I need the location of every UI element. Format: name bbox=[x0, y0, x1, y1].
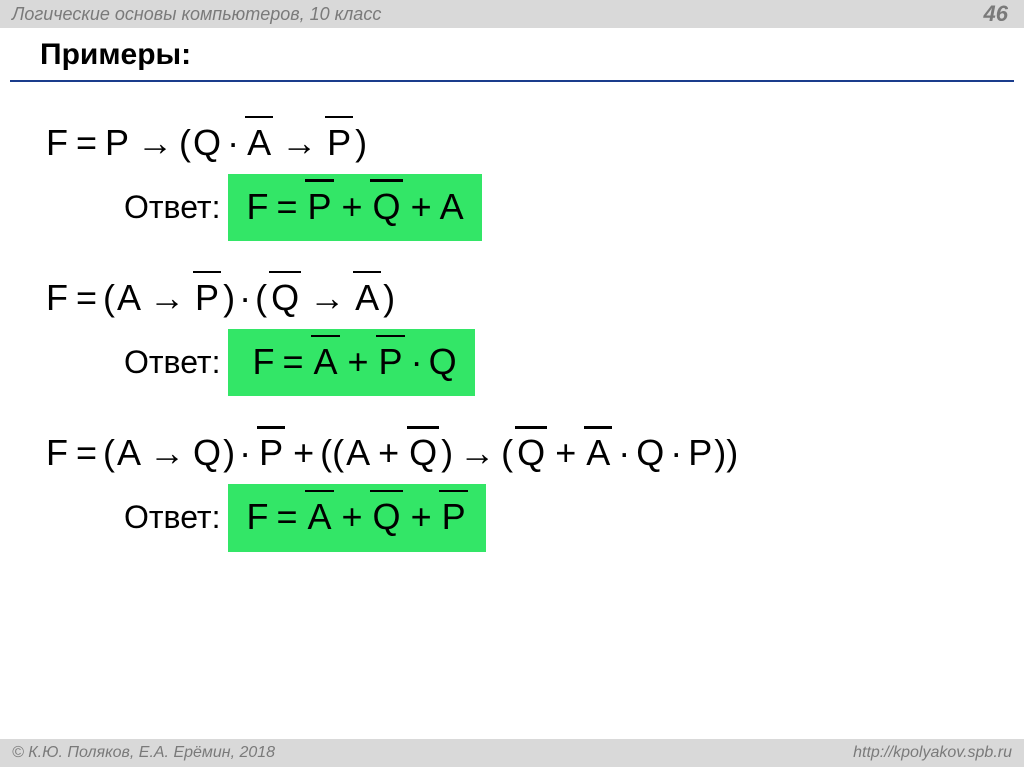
answer-row-2: Ответ: F = A + P · Q bbox=[124, 329, 980, 397]
answer-box-2: F = A + P · Q bbox=[228, 329, 474, 397]
course-title: Логические основы компьютеров, 10 класс bbox=[12, 4, 381, 25]
content-area: F = P → ( Q · A → P ) Ответ: F = P + bbox=[0, 100, 1024, 735]
section-title: Примеры: bbox=[40, 38, 191, 72]
answer-label: Ответ: bbox=[124, 344, 220, 381]
answer-label: Ответ: bbox=[124, 189, 220, 226]
answer-box-3: F = A + Q + P bbox=[228, 484, 485, 552]
footer-left: © К.Ю. Поляков, Е.А. Ерёмин, 2018 bbox=[12, 744, 275, 762]
slide: Логические основы компьютеров, 10 класс … bbox=[0, 0, 1024, 767]
answer-row-1: Ответ: F = P + Q + A bbox=[124, 174, 980, 242]
answer-box-1: F = P + Q + A bbox=[228, 174, 481, 242]
answer-row-3: Ответ: F = A + Q + P bbox=[124, 484, 980, 552]
footer-right: http://kpolyakov.spb.ru bbox=[853, 744, 1012, 762]
header-bar: Логические основы компьютеров, 10 класс bbox=[0, 0, 1024, 28]
formula-3: F = ( A → Q ) · P + ( ( A + Q ) → ( Q + bbox=[44, 424, 980, 482]
page-number: 46 bbox=[984, 0, 1008, 28]
divider bbox=[10, 80, 1014, 82]
formula-1: F = P → ( Q · A → P ) bbox=[44, 114, 980, 172]
answer-label: Ответ: bbox=[124, 499, 220, 536]
footer-bar: © К.Ю. Поляков, Е.А. Ерёмин, 2018 http:/… bbox=[0, 739, 1024, 767]
formula-2: F = ( A → P ) · ( Q → A ) bbox=[44, 269, 980, 327]
